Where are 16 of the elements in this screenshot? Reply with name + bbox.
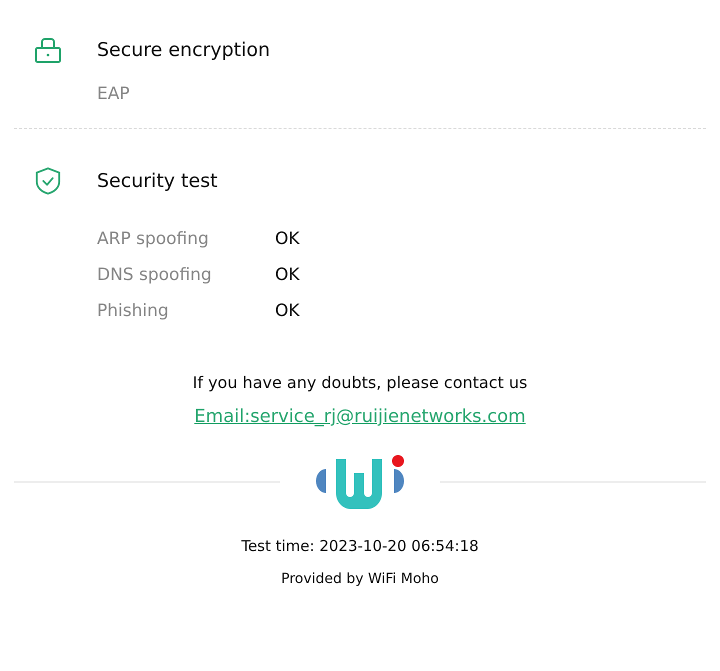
- section-title: Secure encryption: [97, 39, 270, 61]
- shield-check-icon: [34, 167, 62, 195]
- test-label: DNS spoofing: [97, 265, 213, 285]
- test-result: OK: [275, 265, 301, 285]
- encryption-type: EAP: [97, 84, 131, 104]
- test-label: Phishing: [97, 301, 170, 321]
- test-time: Test time: 2023-10-20 06:54:18: [240, 537, 480, 555]
- test-label: ARP spoofing: [97, 229, 210, 249]
- contact-prompt: If you have any doubts, please contact us: [192, 373, 528, 392]
- test-result: OK: [275, 301, 301, 321]
- test-result: OK: [275, 229, 301, 249]
- logo-icon: [314, 453, 406, 511]
- provider-text: Provided by WiFi Moho: [280, 571, 440, 587]
- lock-icon: [34, 36, 62, 64]
- section-title: Security test: [97, 170, 218, 192]
- email-link[interactable]: Email:service_rj@ruijienetworks.com: [194, 406, 526, 427]
